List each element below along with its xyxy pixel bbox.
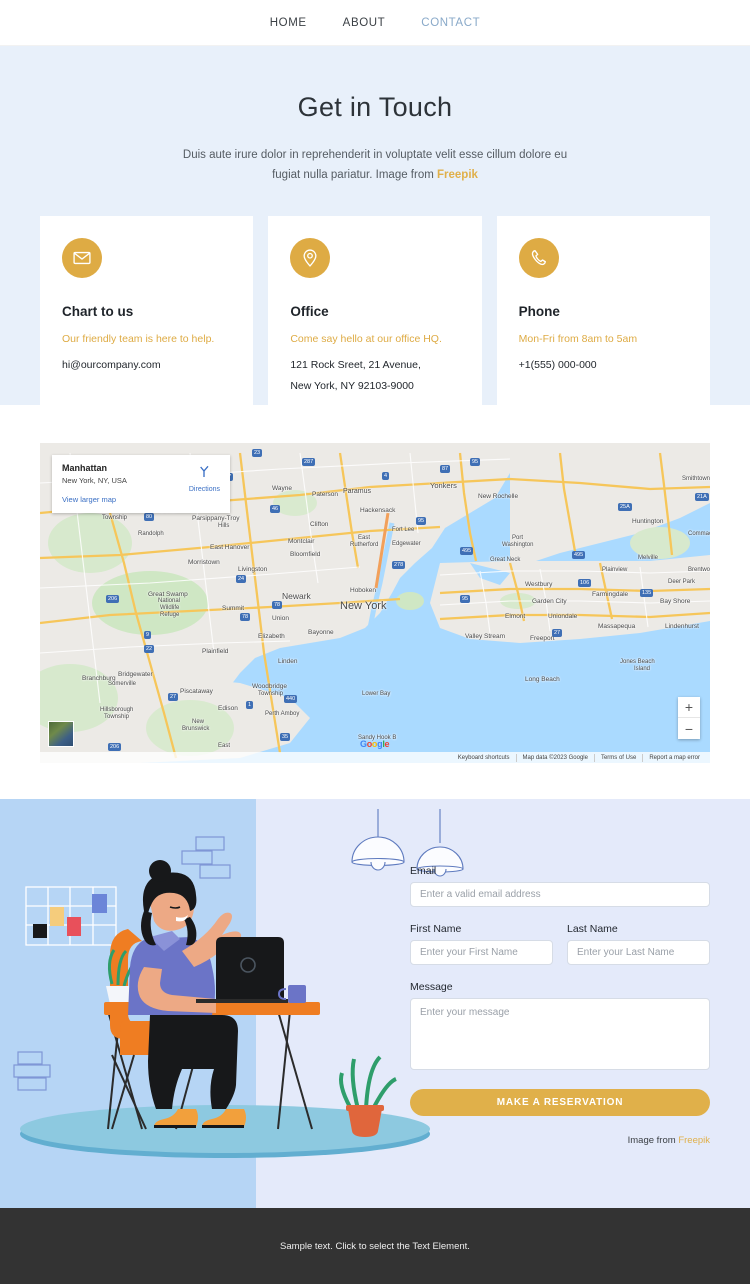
image-credit-prefix: Image from — [627, 1135, 679, 1146]
contact-cards: Chart to us Our friendly team is here to… — [40, 216, 710, 428]
map-highway-shield: 287 — [302, 458, 316, 466]
google-map[interactable]: Paramus Yonkers New Rochelle Wayne Paterson S… — [40, 443, 710, 763]
card-subtitle: Mon-Fri from 8am to 5am — [518, 333, 638, 346]
page-title: Get in Touch — [297, 92, 453, 122]
directions-button[interactable]: Directions — [189, 463, 220, 504]
map-zoom-controls: + − — [678, 697, 700, 739]
message-field[interactable] — [410, 998, 710, 1070]
nav-link-contact[interactable]: CONTACT — [421, 17, 480, 29]
view-larger-map-link[interactable]: View larger map — [62, 495, 127, 504]
map-satellite-thumbnail[interactable] — [48, 721, 74, 747]
map-place-name: Manhattan — [62, 463, 107, 473]
card-subtitle: Come say hello at our office HQ. — [290, 333, 442, 346]
contact-card-chart: Chart to us Our friendly team is here to… — [40, 216, 254, 428]
nav-link-home[interactable]: HOME — [270, 17, 307, 29]
first-name-label: First Name — [410, 923, 462, 935]
card-title: Office — [290, 304, 329, 320]
map-highway-shield: 440 — [284, 695, 298, 703]
map-highway-shield: 87 — [440, 465, 451, 473]
nav-link-about[interactable]: ABOUT — [343, 17, 386, 29]
zoom-out-button[interactable]: − — [678, 718, 700, 739]
map-highway-shield: 495 — [572, 551, 586, 559]
name-row: First Name Last Name — [410, 923, 710, 965]
page-subtitle-text: Duis aute irure dolor in reprehenderit i… — [182, 149, 568, 182]
freepik-link-form[interactable]: Freepik — [678, 1135, 710, 1146]
reservation-section: Email First Name Last Name Message MAKE … — [0, 799, 750, 1208]
map-footer-bar: Keyboard shortcuts Map data ©2023 Google… — [40, 752, 710, 763]
last-name-field[interactable] — [567, 940, 710, 965]
map-data-attribution: Map data ©2023 Google — [515, 753, 594, 762]
pendant-lamp-1 — [351, 809, 405, 871]
map-highway-shield: 278 — [392, 561, 406, 569]
make-reservation-button[interactable]: MAKE A RESERVATION — [410, 1089, 710, 1116]
map-highway-shield: 80 — [144, 513, 155, 521]
map-highway-shield: 4 — [382, 472, 390, 480]
map-highway-shield: 21A — [695, 493, 709, 501]
zoom-in-button[interactable]: + — [678, 697, 700, 718]
map-highway-shield: 27 — [168, 693, 179, 701]
map-highway-shield: 495 — [460, 547, 474, 555]
map-highway-shield: 1 — [246, 701, 254, 709]
card-title: Chart to us — [62, 304, 134, 320]
card-subtitle: Our friendly team is here to help. — [62, 333, 215, 346]
map-highway-shield: 135 — [640, 589, 654, 597]
terms-of-use-link[interactable]: Terms of Use — [593, 753, 642, 762]
map-highway-shield: 78 — [272, 601, 283, 609]
card-detail-line-1: 121 Rock Sreet, 21 Avenue, — [290, 359, 421, 372]
freepik-link-hero[interactable]: Freepik — [437, 169, 478, 181]
page-subtitle: Duis aute irure dolor in reprehenderit i… — [175, 145, 575, 185]
map-highway-shield: 46 — [270, 505, 281, 513]
keyboard-shortcuts-link[interactable]: Keyboard shortcuts — [452, 754, 516, 762]
last-name-label: Last Name — [567, 923, 618, 935]
card-detail-line-1[interactable]: hi@ourcompany.com — [62, 359, 231, 371]
map-highway-shield: 27 — [552, 629, 563, 637]
map-highway-shield: 24 — [236, 575, 247, 583]
map-highway-shield: 106 — [578, 579, 592, 587]
map-highway-shield: 206 — [108, 743, 122, 751]
card-detail-line-1[interactable]: +1(555) 000-000 — [519, 359, 688, 371]
main-navbar: HOME ABOUT CONTACT — [0, 0, 750, 46]
contact-card-office: Office Come say hello at our office HQ. … — [268, 216, 482, 428]
map-highway-shield: 23 — [252, 449, 263, 457]
map-highway-shield: 206 — [106, 595, 120, 603]
map-pin-icon — [290, 238, 331, 279]
map-highway-shield: 22 — [144, 645, 155, 653]
map-highway-shield: 9 — [144, 631, 152, 639]
image-credit: Image from Freepik — [410, 1135, 710, 1146]
email-label: Email — [410, 865, 437, 877]
card-title: Phone — [518, 304, 560, 320]
map-highway-shield: 35 — [280, 733, 291, 741]
map-place-address: New York, NY, USA — [62, 476, 127, 485]
google-watermark: Google — [360, 739, 390, 749]
report-map-error-link[interactable]: Report a map error — [642, 753, 706, 762]
first-name-field[interactable] — [410, 940, 553, 965]
contact-card-phone: Phone Mon-Fri from 8am to 5am +1(555) 00… — [496, 216, 710, 428]
reservation-form: Email First Name Last Name Message MAKE … — [410, 865, 710, 1146]
directions-icon — [200, 465, 209, 477]
map-highway-shield: 25A — [618, 503, 632, 511]
message-label: Message — [410, 981, 453, 993]
phone-icon — [518, 238, 559, 279]
map-highway-shield: 95 — [416, 517, 427, 525]
envelope-icon — [62, 238, 102, 279]
map-highway-shield: 95 — [460, 595, 471, 603]
page-footer: Sample text. Click to select the Text El… — [0, 1208, 750, 1284]
email-field[interactable] — [410, 882, 710, 907]
card-detail-line-2: New York, NY 92103-9000 — [290, 380, 414, 393]
footer-sample-text[interactable]: Sample text. Click to select the Text El… — [280, 1241, 470, 1252]
contact-section: Get in Touch Duis aute irure dolor in re… — [0, 46, 750, 428]
map-highway-shield: 95 — [470, 458, 481, 466]
map-highway-shield: 78 — [240, 613, 251, 621]
map-info-card: Manhattan New York, NY, USA View larger … — [52, 455, 230, 513]
directions-label: Directions — [188, 486, 220, 493]
message-group: Message — [410, 981, 710, 1075]
map-section: Paramus Yonkers New Rochelle Wayne Paterson S… — [0, 405, 750, 799]
